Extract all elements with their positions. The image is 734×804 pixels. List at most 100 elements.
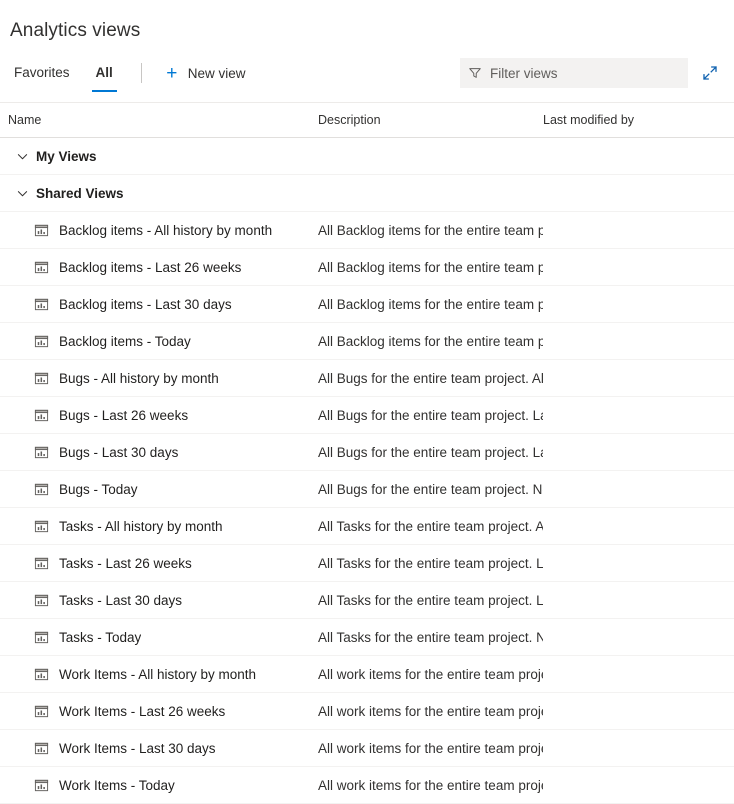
- row-name-label: Bugs - Last 26 weeks: [59, 407, 189, 423]
- row-description-cell: All Tasks for the entire team project. L…: [318, 592, 543, 608]
- row-description-cell: All work items for the entire team proje…: [318, 666, 543, 682]
- row-name-label: Backlog items - All history by month: [59, 222, 273, 238]
- row-description-cell: All Bugs for the entire team project. La…: [318, 407, 543, 423]
- pivot-group: Favorites All: [10, 52, 135, 94]
- row-name-cell: Backlog items - Last 30 days: [0, 296, 318, 312]
- row-name-cell: Backlog items - Last 26 weeks: [0, 259, 318, 275]
- table-row[interactable]: Tasks - Today All Tasks for the entire te…: [0, 619, 734, 656]
- table-row[interactable]: Work Items - Today All work items for the…: [0, 767, 734, 804]
- row-description-cell: All Tasks for the entire team project. N…: [318, 629, 543, 645]
- row-name-label: Work Items - All history by month: [59, 666, 257, 682]
- row-name-cell: Bugs - Last 30 days: [0, 444, 318, 460]
- row-name-cell: Bugs - Last 26 weeks: [0, 407, 318, 423]
- row-description-cell: All Backlog items for the entire team pr…: [318, 296, 543, 312]
- analytics-view-icon: [33, 777, 49, 793]
- column-header-last-modified-by[interactable]: Last modified by: [543, 113, 734, 127]
- table-row[interactable]: Backlog items - Today All Backlog items f…: [0, 323, 734, 360]
- row-name-label: Work Items - Today: [59, 777, 175, 793]
- analytics-view-icon: [33, 296, 49, 312]
- row-description-cell: All Tasks for the entire team project. A…: [318, 518, 543, 534]
- row-description-cell: All work items for the entire team proje…: [318, 703, 543, 719]
- row-name-label: Tasks - Last 30 days: [59, 592, 183, 608]
- row-name-label: Tasks - Today: [59, 629, 142, 645]
- table-row[interactable]: Tasks - Last 30 days All Tasks for the en…: [0, 582, 734, 619]
- table-row[interactable]: Tasks - Last 26 weeks All Tasks for the e…: [0, 545, 734, 582]
- row-description-cell: All Backlog items for the entire team pr…: [318, 333, 543, 349]
- row-name-cell: Backlog items - All history by month: [0, 222, 318, 238]
- column-header-name[interactable]: Name: [0, 113, 318, 127]
- new-view-label: New view: [187, 65, 246, 81]
- row-description-cell: All Backlog items for the entire team pr…: [318, 222, 543, 238]
- expand-icon[interactable]: [696, 59, 724, 87]
- funnel-icon: [468, 66, 482, 80]
- shared-views-rows: Backlog items - All history by month All …: [0, 212, 734, 804]
- analytics-view-icon: [33, 333, 49, 349]
- table-row[interactable]: Tasks - All history by month All Tasks fo…: [0, 508, 734, 545]
- row-name-cell: Tasks - Last 30 days: [0, 592, 318, 608]
- tab-favorites[interactable]: Favorites: [10, 65, 74, 92]
- row-name-cell: Tasks - All history by month: [0, 518, 318, 534]
- analytics-views-page: Analytics views Favorites All + New view: [0, 0, 734, 804]
- group-label-shared-views: Shared Views: [36, 185, 124, 201]
- group-header-my-views[interactable]: My Views: [0, 138, 734, 175]
- row-name-label: Bugs - Today: [59, 481, 138, 497]
- row-name-cell: Work Items - Today: [0, 777, 318, 793]
- table-row[interactable]: Bugs - Today All Bugs for the entire team…: [0, 471, 734, 508]
- analytics-view-icon: [33, 407, 49, 423]
- row-name-cell: Bugs - Today: [0, 481, 318, 497]
- new-view-button[interactable]: + New view: [156, 58, 254, 88]
- column-headers: Name Description Last modified by: [0, 103, 734, 138]
- row-description-cell: All Backlog items for the entire team pr…: [318, 259, 543, 275]
- row-name-label: Bugs - All history by month: [59, 370, 219, 386]
- row-name-cell: Backlog items - Today: [0, 333, 318, 349]
- table-row[interactable]: Backlog items - All history by month All …: [0, 212, 734, 249]
- analytics-view-icon: [33, 555, 49, 571]
- analytics-view-icon: [33, 370, 49, 386]
- analytics-view-icon: [33, 444, 49, 460]
- analytics-view-icon: [33, 740, 49, 756]
- chevron-down-icon: [12, 151, 32, 162]
- row-description-cell: All Bugs for the entire team project. Al…: [318, 370, 543, 386]
- views-list: Name Description Last modified by My Vie…: [0, 102, 734, 804]
- row-name-label: Bugs - Last 30 days: [59, 444, 179, 460]
- row-name-label: Backlog items - Today: [59, 333, 191, 349]
- filter-views-input[interactable]: [490, 65, 680, 81]
- table-row[interactable]: Bugs - Last 26 weeks All Bugs for the ent…: [0, 397, 734, 434]
- row-description-cell: All Tasks for the entire team project. L…: [318, 555, 543, 571]
- analytics-view-icon: [33, 703, 49, 719]
- row-description-cell: All work items for the entire team proje…: [318, 777, 543, 793]
- row-description-cell: All Bugs for the entire team project. La…: [318, 444, 543, 460]
- row-name-label: Backlog items - Last 26 weeks: [59, 259, 242, 275]
- row-name-cell: Bugs - All history by month: [0, 370, 318, 386]
- row-name-cell: Tasks - Today: [0, 629, 318, 645]
- analytics-view-icon: [33, 481, 49, 497]
- page-title: Analytics views: [10, 20, 141, 41]
- table-row[interactable]: Backlog items - Last 26 weeks All Backlog…: [0, 249, 734, 286]
- row-name-label: Backlog items - Last 30 days: [59, 296, 232, 312]
- tab-favorites-label: Favorites: [14, 65, 70, 80]
- row-name-label: Tasks - Last 26 weeks: [59, 555, 192, 571]
- filter-views-box[interactable]: [460, 58, 688, 88]
- table-row[interactable]: Bugs - Last 30 days All Bugs for the enti…: [0, 434, 734, 471]
- plus-icon: +: [166, 62, 178, 84]
- group-header-shared-views[interactable]: Shared Views: [0, 175, 734, 212]
- row-name-label: Work Items - Last 26 weeks: [59, 703, 226, 719]
- row-description-cell: All Bugs for the entire team project. No…: [318, 481, 543, 497]
- table-row[interactable]: Work Items - All history by month All wor…: [0, 656, 734, 693]
- table-row[interactable]: Work Items - Last 26 weeks All work items…: [0, 693, 734, 730]
- table-row[interactable]: Work Items - Last 30 days All work items …: [0, 730, 734, 767]
- table-row[interactable]: Bugs - All history by month All Bugs for …: [0, 360, 734, 397]
- analytics-view-icon: [33, 666, 49, 682]
- row-name-cell: Work Items - Last 30 days: [0, 740, 318, 756]
- toolbar-divider: [140, 63, 142, 83]
- analytics-view-icon: [33, 592, 49, 608]
- column-header-description[interactable]: Description: [318, 113, 543, 127]
- group-label-my-views: My Views: [36, 148, 97, 164]
- command-bar-right: [460, 58, 734, 88]
- table-row[interactable]: Backlog items - Last 30 days All Backlog …: [0, 286, 734, 323]
- row-name-cell: Work Items - All history by month: [0, 666, 318, 682]
- row-name-cell: Work Items - Last 26 weeks: [0, 703, 318, 719]
- analytics-view-icon: [33, 518, 49, 534]
- row-name-label: Tasks - All history by month: [59, 518, 223, 534]
- tab-all[interactable]: All: [91, 65, 118, 92]
